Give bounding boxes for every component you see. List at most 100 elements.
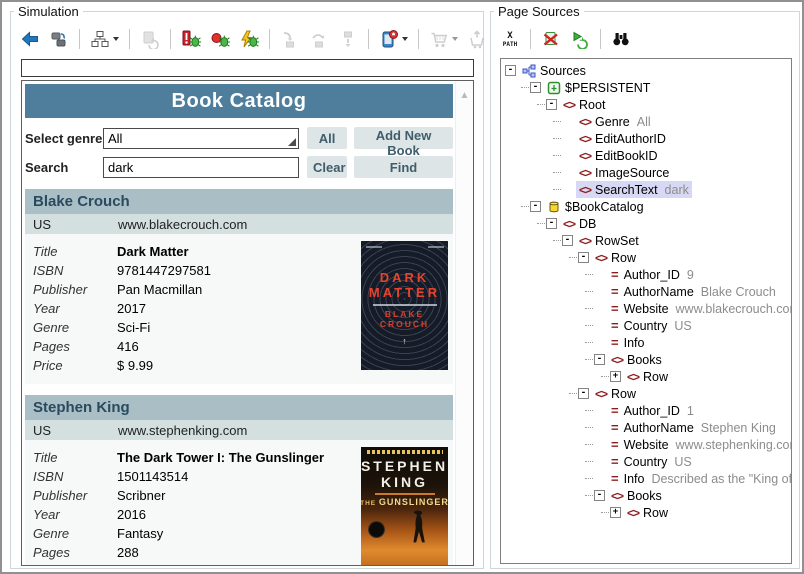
book-field-row: Price$ 9.99 [33, 356, 361, 375]
author-name-header: Blake Crouch [25, 189, 453, 214]
tree-node-info[interactable]: =Info [501, 334, 791, 351]
xpath-button[interactable]: XPATH [499, 28, 521, 50]
cover-title-line: KING [381, 474, 428, 490]
tree-connector [585, 478, 593, 479]
book-field-value: $ 9.99 [117, 358, 153, 373]
tree-node-row[interactable]: +<>Row [501, 504, 791, 521]
tree-node-country[interactable]: =CountryUS [501, 453, 791, 470]
tree-node-value: Described as the "King of Horror" [651, 472, 792, 486]
xpath-icon: XPATH [500, 29, 520, 49]
tree-node-authorname[interactable]: =AuthorNameStephen King [501, 419, 791, 436]
tree-node-searchtext[interactable]: <>SearchTextdark [501, 181, 791, 198]
tree-node-label: Root [579, 98, 605, 112]
tree-collapse-icon[interactable]: - [594, 490, 605, 501]
breakpoint-button[interactable] [209, 28, 231, 50]
all-button[interactable]: All [307, 127, 347, 149]
debug-actions-button[interactable] [238, 28, 260, 50]
tree-node-books[interactable]: -<>Books [501, 487, 791, 504]
page-sources-panel: Page Sources XPATH -Sources-$PERSISTENT-… [490, 11, 800, 569]
author-details: TitleDark MatterISBN9781447297581Publish… [25, 234, 453, 384]
tree-node-authorid[interactable]: =Author_ID9 [501, 266, 791, 283]
tree-node-label: Row [611, 387, 636, 401]
tree-node-label: Country [624, 455, 668, 469]
tree-node-row[interactable]: +<>Row [501, 368, 791, 385]
tree-node-persistent[interactable]: -$PERSISTENT [501, 79, 791, 96]
book-fields: TitleThe Dark Tower I: The GunslingerISB… [33, 447, 361, 565]
tree-node-content: <>Books [608, 351, 665, 368]
book-field-value: 416 [117, 339, 139, 354]
tree-collapse-icon[interactable]: - [530, 82, 541, 93]
cover-title-line: STEPHEN [361, 458, 448, 474]
page-scrollbar[interactable]: ▲ [455, 81, 473, 565]
tree-node-label: $BookCatalog [565, 200, 644, 214]
clear-button[interactable]: Clear [307, 156, 347, 178]
tree-collapse-icon[interactable]: - [505, 65, 516, 76]
tree-expand-icon[interactable]: + [610, 507, 621, 518]
debug-messages-icon [181, 29, 201, 49]
tree-connector [585, 308, 593, 309]
tree-node-content: =CountryUS [608, 317, 695, 334]
reset-source-button[interactable] [540, 28, 562, 50]
reload-page-button [139, 28, 161, 50]
tree-collapse-icon[interactable]: - [546, 218, 557, 229]
tree-node-row[interactable]: -<>Row [501, 249, 791, 266]
tree-node-editbookid[interactable]: <>EditBookID [501, 147, 791, 164]
book-field-row: TitleThe Dark Tower I: The Gunslinger [33, 448, 361, 467]
tree-node-genre[interactable]: <>GenreAll [501, 113, 791, 130]
cart-icon [429, 29, 449, 49]
tree-node-row[interactable]: -<>Row [501, 385, 791, 402]
book-field-label: Price [33, 358, 117, 373]
tree-node-db[interactable]: -<>DB [501, 215, 791, 232]
tree-node-rowset[interactable]: -<>RowSet [501, 232, 791, 249]
tree-collapse-icon[interactable]: - [562, 235, 573, 246]
device-notifications-icon [379, 29, 399, 49]
tree-node-info[interactable]: =InfoDescribed as the "King of Horror" [501, 470, 791, 487]
tree-collapse-icon[interactable]: - [546, 99, 557, 110]
scroll-up-icon[interactable]: ▲ [456, 90, 473, 101]
find-button[interactable] [610, 28, 632, 50]
dropdown-caret-icon [452, 37, 458, 41]
debug-messages-button[interactable] [180, 28, 202, 50]
genre-combobox[interactable]: All [103, 128, 299, 149]
tree-expand-icon[interactable]: + [610, 371, 621, 382]
tree-collapse-icon[interactable]: - [578, 388, 589, 399]
tree-collapse-icon[interactable]: - [578, 252, 589, 263]
add-new-book-button[interactable]: Add New Book [354, 127, 453, 149]
tree-node-editauthorid[interactable]: <>EditAuthorID [501, 130, 791, 147]
tree-node-imagesource[interactable]: <>ImageSource [501, 164, 791, 181]
page-sources-group-label: Page Sources [494, 4, 584, 19]
tree-node-books[interactable]: -<>Books [501, 351, 791, 368]
device-notifications-button[interactable] [378, 28, 409, 50]
tree-node-label: Sources [540, 64, 586, 78]
book-field-label: ISBN [33, 263, 117, 278]
tree-node-authorname[interactable]: =AuthorNameBlake Crouch [501, 283, 791, 300]
tree-connector [553, 121, 561, 122]
workflow-button[interactable] [89, 28, 120, 50]
element-icon: <> [627, 506, 639, 520]
reload-source-button[interactable] [569, 28, 591, 50]
app-window: Simulation Book Catalog Select genre All… [0, 0, 804, 574]
tree-node-authorid[interactable]: =Author_ID1 [501, 402, 791, 419]
book-field-value: Scribner [117, 488, 165, 503]
book-field-label: Title [33, 244, 117, 259]
tree-connector [553, 155, 561, 156]
element-icon: <> [579, 234, 591, 248]
top-edit-field[interactable] [21, 59, 474, 77]
tree-node-website[interactable]: =Websitewww.stephenking.com [501, 436, 791, 453]
tree-connector [553, 189, 561, 190]
tree-node-value: 1 [687, 404, 694, 418]
search-input[interactable] [103, 157, 299, 178]
tree-node-country[interactable]: =CountryUS [501, 317, 791, 334]
step-into-icon [280, 29, 300, 49]
tree-node-bookcatalog[interactable]: - $BookCatalog [501, 198, 791, 215]
find-button[interactable]: Find [354, 156, 453, 178]
tree-node-sources[interactable]: - Sources [501, 62, 791, 79]
back-arrow-button[interactable] [19, 28, 41, 50]
tree-node-root[interactable]: -<>Root [501, 96, 791, 113]
tree-node-website[interactable]: =Websitewww.blakecrouch.com [501, 300, 791, 317]
tree-collapse-icon[interactable]: - [594, 354, 605, 365]
reload-page-icon [140, 29, 160, 49]
tree-collapse-icon[interactable]: - [530, 201, 541, 212]
open-subpage-button[interactable] [48, 28, 70, 50]
combo-dropdown-grip-icon [288, 138, 296, 146]
